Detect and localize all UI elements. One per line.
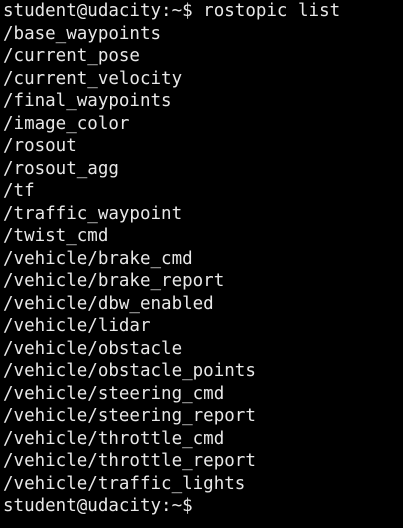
- topic-line: /vehicle/lidar: [3, 316, 151, 336]
- topic-line: /vehicle/brake_report: [3, 271, 225, 291]
- topic-line: /vehicle/steering_report: [3, 406, 256, 426]
- terminal-window[interactable]: student@udacity:~$ rostopic list /base_w…: [0, 0, 403, 528]
- topic-line: /tf: [3, 181, 35, 201]
- topic-line: /rosout_agg: [3, 158, 119, 179]
- topic-line: /twist_cmd: [3, 226, 109, 246]
- topic-line: /vehicle/throttle_cmd: [3, 428, 225, 449]
- topic-line: /final_waypoints: [3, 91, 172, 111]
- topic-line: /current_pose: [3, 46, 140, 66]
- topic-line: /vehicle/traffic_lights: [3, 473, 246, 494]
- command-prompt-line: student@udacity:~$ rostopic list: [3, 1, 341, 21]
- topic-line: /vehicle/obstacle_points: [3, 361, 256, 381]
- topic-line: /vehicle/throttle_report: [3, 451, 256, 471]
- topic-line: /vehicle/brake_cmd: [3, 248, 193, 269]
- topic-line: /base_waypoints: [3, 23, 162, 44]
- topic-line: /rosout: [3, 136, 77, 156]
- terminal-output: student@udacity:~$ rostopic list /base_w…: [3, 0, 340, 518]
- topic-line: /traffic_waypoint: [3, 203, 183, 224]
- topic-line: /vehicle/steering_cmd: [3, 383, 225, 404]
- topic-line: /vehicle/dbw_enabled: [3, 293, 214, 314]
- topic-line: /image_color: [3, 113, 130, 134]
- topic-line: /vehicle/obstacle: [3, 338, 183, 359]
- final-prompt-line: student@udacity:~$: [3, 496, 193, 516]
- topic-line: /current_velocity: [3, 68, 183, 89]
